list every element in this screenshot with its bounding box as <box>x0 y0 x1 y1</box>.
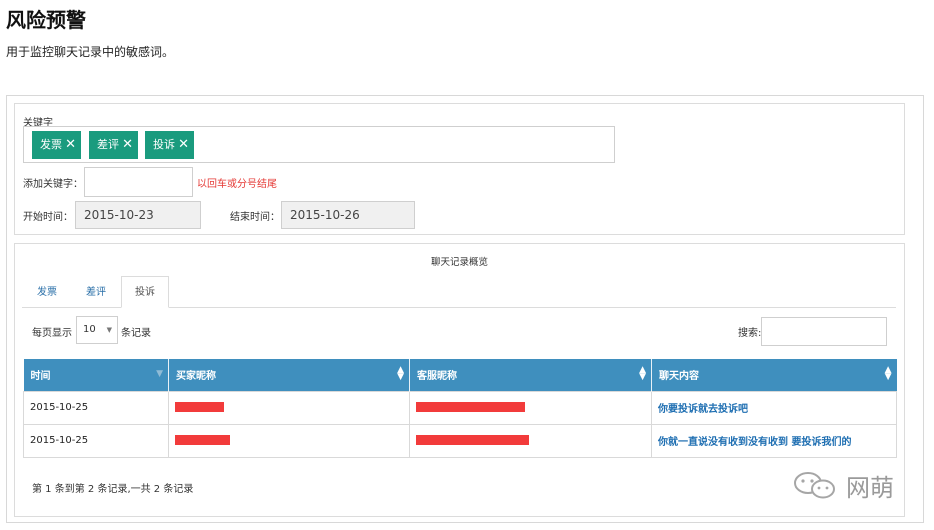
end-date-input[interactable]: 2015-10-26 <box>281 201 415 229</box>
keyword-tag-label: 差评 <box>97 138 119 151</box>
cell-agent <box>409 423 652 458</box>
page-subtitle: 用于监控聊天记录中的敏感词。 <box>6 45 175 59</box>
cell-agent <box>409 390 652 425</box>
redaction-bar <box>416 402 525 412</box>
start-date-input[interactable]: 2015-10-23 <box>75 201 201 229</box>
add-keyword-hint: 以回车或分号结尾 <box>197 179 277 190</box>
tag-remove-icon[interactable]: ✕ <box>65 131 76 159</box>
tag-remove-icon[interactable]: ✕ <box>178 131 189 159</box>
column-header-content[interactable]: 聊天内容 ▲ ▼ <box>651 359 897 391</box>
keyword-tag-label: 投诉 <box>153 138 175 151</box>
sort-icon: ▲ ▼ <box>884 365 892 382</box>
start-date-label: 开始时间： <box>23 212 73 223</box>
cell-content[interactable]: 你就一直说没有收到没有收到 要投诉我们的 <box>651 423 897 458</box>
cell-buyer <box>168 423 410 458</box>
wechat-icon <box>794 472 835 499</box>
sort-icon: ▲ ▼ <box>397 365 404 382</box>
add-keyword-label: 添加关键字： <box>23 179 83 190</box>
search-input[interactable] <box>761 317 887 346</box>
cell-time: 2015-10-25 <box>23 390 169 425</box>
sort-icon: ▲ ▼ <box>639 365 646 382</box>
page-length-value: 10 <box>83 324 96 335</box>
tab-bad-review[interactable]: 差评 <box>75 277 117 308</box>
add-keyword-input[interactable] <box>84 167 193 197</box>
keyword-tag-bad-review: 差评 ✕ <box>89 131 138 159</box>
page-length-prefix: 每页显示 <box>32 328 72 339</box>
cell-content[interactable]: 你要投诉就去投诉吧 <box>651 390 897 425</box>
column-header-label: 时间 <box>30 371 51 383</box>
page-length-select[interactable]: 10 ▼ <box>76 316 118 344</box>
tab-complaint[interactable]: 投诉 <box>121 276 169 308</box>
redaction-bar <box>175 435 230 445</box>
keyword-tag-label: 发票 <box>40 138 62 151</box>
page-title: 风险预警 <box>6 8 86 32</box>
keyword-tag-invoice: 发票 ✕ <box>32 131 81 159</box>
page-length-suffix: 条记录 <box>121 328 151 339</box>
table-header-row: 时间 ▼ 买家昵称 ▲ ▼ 客服昵称 ▲ ▼ 聊天内容 ▲ ▼ <box>23 359 897 391</box>
table-info: 第 1 条到第 2 条记录,一共 2 条记录 <box>32 484 194 495</box>
cell-buyer <box>168 390 410 425</box>
column-header-agent[interactable]: 客服昵称 ▲ ▼ <box>409 359 652 391</box>
watermark: 网萌 <box>790 466 910 502</box>
chevron-down-icon: ▼ <box>106 326 112 334</box>
redaction-bar <box>175 402 224 412</box>
tab-invoice[interactable]: 发票 <box>26 277 68 308</box>
column-header-label: 客服昵称 <box>417 371 457 383</box>
table-row: 2015-10-25 你要投诉就去投诉吧 <box>23 390 897 425</box>
records-table: 时间 ▼ 买家昵称 ▲ ▼ 客服昵称 ▲ ▼ 聊天内容 ▲ ▼ 2015-10-25 … <box>23 359 897 458</box>
column-header-buyer[interactable]: 买家昵称 ▲ ▼ <box>168 359 410 391</box>
column-header-time[interactable]: 时间 ▼ <box>23 359 169 391</box>
table-row: 2015-10-25 你就一直说没有收到没有收到 要投诉我们的 <box>23 423 897 458</box>
watermark-text: 网萌 <box>846 474 894 502</box>
search-label: 搜索: <box>738 328 762 339</box>
column-header-label: 买家昵称 <box>176 371 216 383</box>
tag-remove-icon[interactable]: ✕ <box>122 131 133 159</box>
records-title: 聊天记录概览 <box>430 257 488 268</box>
sort-desc-icon: ▼ <box>156 369 163 379</box>
redaction-bar <box>416 435 529 445</box>
column-header-label: 聊天内容 <box>659 371 699 383</box>
end-date-label: 结束时间： <box>230 212 280 223</box>
keyword-tag-complaint: 投诉 ✕ <box>145 131 194 159</box>
cell-time: 2015-10-25 <box>23 423 169 458</box>
